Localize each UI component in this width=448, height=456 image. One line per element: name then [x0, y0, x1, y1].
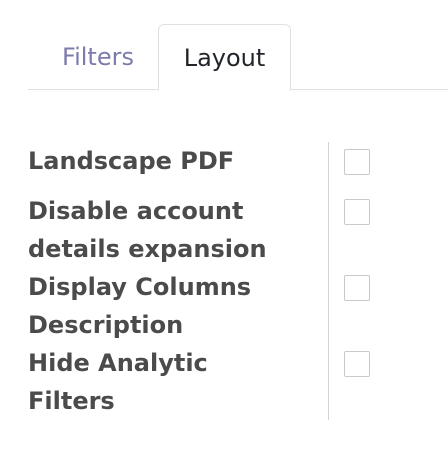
option-label: Hide Analytic Filters — [28, 349, 208, 415]
hide-analytic-filters-checkbox[interactable] — [344, 351, 370, 377]
tab-layout[interactable]: Layout — [158, 24, 291, 91]
tab-filters[interactable]: Filters — [38, 24, 158, 90]
landscape-pdf-checkbox[interactable] — [344, 149, 370, 175]
layout-options-panel: Landscape PDF Disable account details ex… — [28, 142, 448, 422]
display-columns-description-checkbox[interactable] — [344, 275, 370, 301]
option-label: Landscape PDF — [28, 147, 235, 175]
option-label: Disable account details expansion — [28, 197, 267, 263]
disable-account-details-expansion-checkbox[interactable] — [344, 199, 370, 225]
option-label: Display Columns Description — [28, 273, 252, 339]
column-divider — [328, 142, 329, 420]
tab-bar: Filters Layout — [28, 24, 448, 91]
